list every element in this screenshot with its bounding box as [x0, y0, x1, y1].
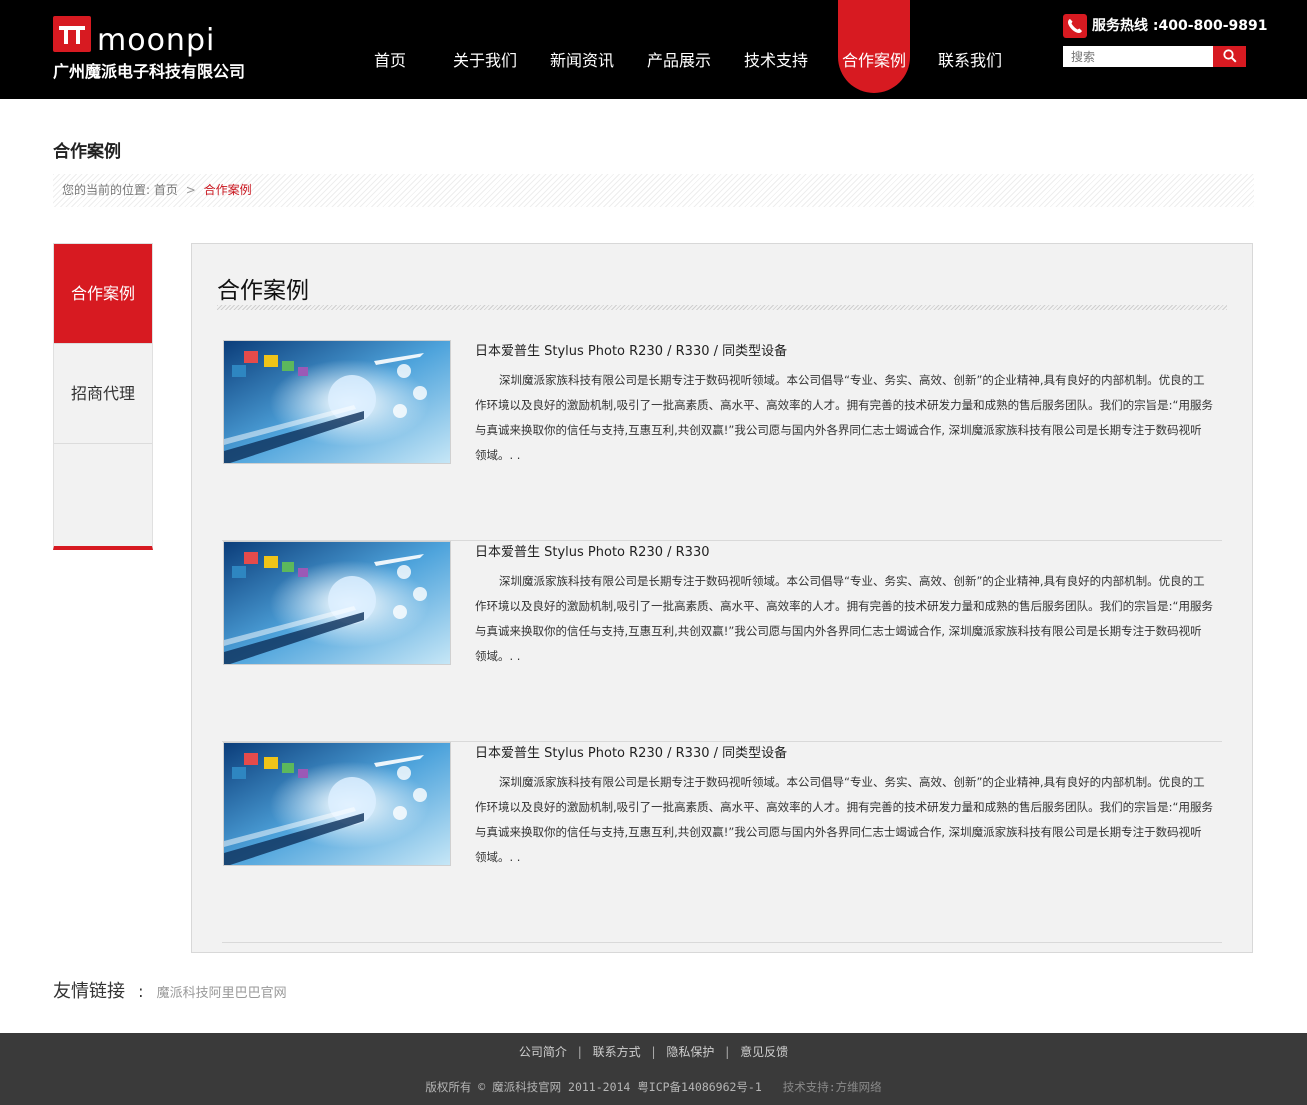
breadcrumb-prefix: 您的当前的位置:	[62, 183, 151, 197]
search-icon	[1223, 49, 1237, 63]
friend-links-colon: :	[138, 982, 144, 1001]
friend-links: 友情链接 : 魔派科技阿里巴巴官网	[53, 977, 287, 1003]
sidebar: 合作案例 招商代理	[53, 243, 153, 550]
search-input[interactable]	[1063, 46, 1213, 67]
copyright-text: 版权所有 © 魔派科技官网 2011-2014 粤ICP备14086962号-1	[425, 1080, 762, 1094]
phone-icon	[1063, 14, 1087, 38]
nav-item-support[interactable]: 技术支持	[736, 0, 816, 99]
nav-item-cases[interactable]: 合作案例	[838, 0, 910, 93]
breadcrumb: 您的当前的位置: 首页 > 合作案例	[53, 174, 1254, 207]
friend-link-alibaba[interactable]: 魔派科技阿里巴巴官网	[157, 986, 287, 1001]
main-content: 合作案例 日本爱普生 Stylus Photo R230 / R330 / 同类…	[191, 243, 1253, 953]
hotline-text: 服务热线 :400-800-9891	[1092, 18, 1268, 34]
chevron-right-icon: >	[185, 183, 196, 197]
section-divider	[217, 305, 1227, 310]
footer-copyright: 版权所有 © 魔派科技官网 2011-2014 粤ICP备14086962号-1…	[0, 1079, 1307, 1095]
nav-item-home[interactable]: 首页	[360, 0, 420, 99]
case-title[interactable]: 日本爱普生 Stylus Photo R230 / R330 / 同类型设备	[475, 340, 787, 359]
search-button[interactable]	[1213, 46, 1246, 67]
logo-wordmark: moonpi	[97, 23, 216, 58]
nav-item-products[interactable]: 产品展示	[639, 0, 719, 99]
footer-link-about[interactable]: 公司简介	[519, 1045, 567, 1059]
nav-item-news[interactable]: 新闻资讯	[542, 0, 622, 99]
breadcrumb-home[interactable]: 首页	[154, 183, 178, 197]
breadcrumb-current: 合作案例	[203, 183, 252, 197]
footer-nav: 公司简介 | 联系方式 | 隐私保护 | 意见反馈	[0, 1043, 1307, 1060]
company-name: 广州魔派电子科技有限公司	[53, 62, 246, 81]
case-title[interactable]: 日本爱普生 Stylus Photo R230 / R330 / 同类型设备	[475, 742, 787, 761]
case-title[interactable]: 日本爱普生 Stylus Photo R230 / R330	[475, 541, 709, 560]
sidebar-item-agency[interactable]: 招商代理	[54, 344, 152, 444]
footer-link-privacy[interactable]: 隐私保护	[666, 1045, 714, 1059]
tech-support-text[interactable]: 技术支持:方维网络	[783, 1080, 882, 1094]
section-title: 合作案例	[217, 278, 309, 304]
nav-item-contact[interactable]: 联系我们	[930, 0, 1010, 99]
logo-mark-icon	[53, 16, 91, 52]
search-box	[1063, 46, 1246, 67]
footer-link-feedback[interactable]: 意见反馈	[740, 1045, 788, 1059]
footer-separator: |	[725, 1045, 730, 1059]
case-thumbnail[interactable]	[223, 742, 451, 866]
nav-item-about[interactable]: 关于我们	[445, 0, 525, 99]
case-item: 日本爱普生 Stylus Photo R230 / R330 / 同类型设备 深…	[222, 742, 1222, 943]
footer-link-contact[interactable]: 联系方式	[593, 1045, 641, 1059]
sidebar-item-cases[interactable]: 合作案例	[54, 244, 152, 344]
case-thumbnail[interactable]	[223, 541, 451, 665]
case-item: 日本爱普生 Stylus Photo R230 / R330 / 同类型设备 深…	[222, 340, 1222, 541]
site-footer: 公司简介 | 联系方式 | 隐私保护 | 意见反馈 版权所有 © 魔派科技官网 …	[0, 1033, 1307, 1105]
case-description: 深圳魔派家族科技有限公司是长期专注于数码视听领域。本公司倡导“专业、务实、高效、…	[475, 775, 1213, 864]
case-thumbnail[interactable]	[223, 340, 451, 464]
site-logo[interactable]: moonpi 广州魔派电子科技有限公司	[53, 16, 253, 82]
case-item: 日本爱普生 Stylus Photo R230 / R330 深圳魔派家族科技有…	[222, 541, 1222, 742]
friend-links-label: 友情链接	[53, 981, 125, 1002]
case-description: 深圳魔派家族科技有限公司是长期专注于数码视听领域。本公司倡导“专业、务实、高效、…	[475, 574, 1213, 663]
case-description: 深圳魔派家族科技有限公司是长期专注于数码视听领域。本公司倡导“专业、务实、高效、…	[475, 373, 1213, 462]
page-title: 合作案例	[53, 142, 121, 162]
footer-separator: |	[577, 1045, 582, 1059]
site-header: moonpi 广州魔派电子科技有限公司 首页 关于我们 新闻资讯 产品展示 技术…	[0, 0, 1307, 99]
footer-separator: |	[651, 1045, 656, 1059]
